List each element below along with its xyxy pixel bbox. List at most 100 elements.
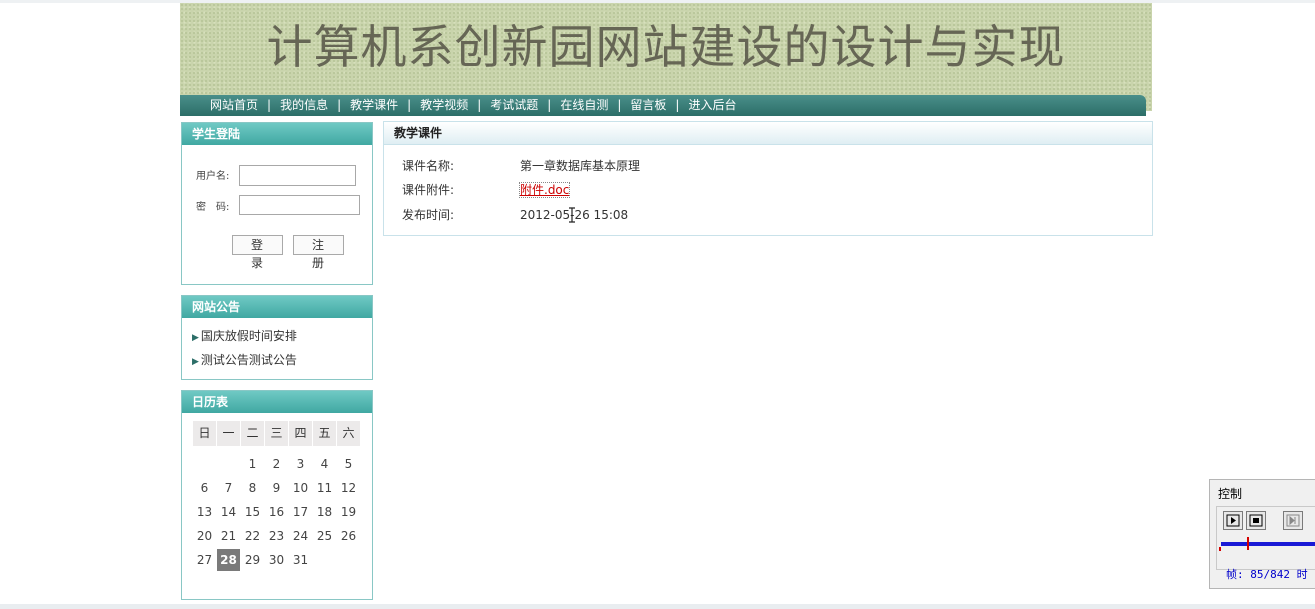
calendar-panel-title: 日历表	[182, 391, 372, 413]
calendar-day[interactable]: 25	[313, 525, 336, 547]
username-input[interactable]	[239, 165, 356, 186]
calendar-weekday: 一	[217, 421, 240, 446]
nav-separator: |	[407, 98, 412, 112]
course-detail-panel: 教学课件 课件名称: 第一章数据库基本原理 课件附件: 附件.doc 发布时间: 20…	[383, 121, 1153, 236]
calendar-day[interactable]: 4	[313, 453, 336, 475]
nav-item[interactable]: 留言板	[630, 98, 666, 112]
notice-panel: 网站公告 ▶ 国庆放假时间安排 ▶ 测试公告测试公告	[181, 295, 373, 380]
nav-item[interactable]: 教学课件	[350, 98, 398, 112]
playback-control: 控制 帧: 85/842 时	[1209, 479, 1315, 589]
nav-separator: |	[675, 98, 680, 112]
calendar-day[interactable]: 23	[265, 525, 288, 547]
calendar-day[interactable]: 13	[193, 501, 216, 523]
calendar-day[interactable]: 27	[193, 549, 216, 571]
calendar-day[interactable]: 1	[241, 453, 264, 475]
control-box	[1216, 506, 1315, 570]
login-button[interactable]: 登 录	[232, 235, 283, 270]
stop-icon	[1249, 514, 1263, 527]
nav-items: 网站首页 | 我的信息 | 教学课件 | 教学视频 | 考试试题 | 在线自测 | 留言板 | 进入后台	[210, 95, 736, 116]
calendar-day[interactable]: 17	[289, 501, 312, 523]
calendar-day[interactable]: 7	[217, 477, 240, 499]
nav-item[interactable]: 教学视频	[420, 98, 468, 112]
password-row: 密 码:	[196, 198, 240, 213]
calendar-today[interactable]: 28	[217, 549, 240, 571]
calendar-day[interactable]: 19	[337, 501, 360, 523]
calendar-day[interactable]: 14	[217, 501, 240, 523]
play-icon	[1226, 514, 1240, 527]
notice-panel-title: 网站公告	[182, 296, 372, 318]
password-label: 密 码:	[196, 202, 230, 213]
nav-item[interactable]: 我的信息	[280, 98, 328, 112]
course-name-label: 课件名称:	[402, 159, 455, 173]
play-button[interactable]	[1223, 511, 1243, 530]
login-panel: 学生登陆 用户名: 密 码: 登 录 注 册	[181, 122, 373, 285]
calendar-day[interactable]: 18	[313, 501, 336, 523]
step-forward-button[interactable]	[1283, 511, 1303, 530]
nav-item[interactable]: 在线自测	[560, 98, 608, 112]
calendar-weekday: 六	[337, 421, 360, 446]
attachment-link[interactable]: 附件.doc	[518, 182, 571, 198]
calendar-day[interactable]: 5	[337, 453, 360, 475]
course-name-value: 第一章数据库基本原理	[520, 159, 641, 173]
calendar-day[interactable]: 9	[265, 477, 288, 499]
bottom-border	[0, 604, 1315, 609]
bullet-icon: ▶	[192, 333, 199, 343]
calendar-weekday: 三	[265, 421, 288, 446]
nav-item[interactable]: 进入后台	[688, 98, 736, 112]
step-forward-icon	[1286, 514, 1300, 527]
register-button[interactable]: 注 册	[293, 235, 344, 270]
main-nav: 网站首页 | 我的信息 | 教学课件 | 教学视频 | 考试试题 | 在线自测 | 留言板 | 进入后台	[180, 95, 1146, 116]
calendar-day[interactable]: 24	[289, 525, 312, 547]
nav-separator: |	[267, 98, 272, 112]
nav-item[interactable]: 考试试题	[490, 98, 538, 112]
timeline-start-mark	[1219, 547, 1221, 551]
calendar-day[interactable]: 11	[313, 477, 336, 499]
calendar-panel: 日历表 日一二三四五六 1 2 3 4 5 6 7 8 9 10 11 12 13 14 15 16 17 18 1…	[181, 390, 373, 600]
text-cursor-icon	[569, 207, 575, 223]
course-date-row: 发布时间: 2012-05-26 15:08	[402, 206, 628, 223]
calendar-day[interactable]: 21	[217, 525, 240, 547]
course-section-title: 教学课件	[384, 122, 1152, 145]
calendar-weekday: 四	[289, 421, 312, 446]
calendar-day[interactable]: 29	[241, 549, 264, 571]
calendar-day[interactable]: 30	[265, 549, 288, 571]
course-date-label: 发布时间:	[402, 208, 455, 222]
calendar-day[interactable]: 22	[241, 525, 264, 547]
nav-separator: |	[477, 98, 482, 112]
calendar-day[interactable]: 2	[265, 453, 288, 475]
nav-separator: |	[337, 98, 342, 112]
username-label: 用户名:	[196, 171, 230, 182]
nav-item[interactable]: 网站首页	[210, 98, 258, 112]
calendar-day[interactable]: 31	[289, 549, 312, 571]
course-name-row: 课件名称: 第一章数据库基本原理	[402, 157, 640, 174]
calendar-day[interactable]: 26	[337, 525, 360, 547]
calendar-day[interactable]: 15	[241, 501, 264, 523]
course-attachment-label: 课件附件:	[402, 183, 455, 197]
calendar-weekday: 二	[241, 421, 264, 446]
calendar-day[interactable]: 12	[337, 477, 360, 499]
stop-button[interactable]	[1246, 511, 1266, 530]
calendar-day[interactable]: 6	[193, 477, 216, 499]
calendar-day[interactable]: 16	[265, 501, 288, 523]
calendar-day[interactable]: 10	[289, 477, 312, 499]
frame-counter: 帧: 85/842 时	[1226, 568, 1308, 581]
site-title: 计算机系创新园网站建设的设计与实现	[266, 20, 1066, 74]
course-attachment-row: 课件附件: 附件.doc	[402, 181, 571, 198]
calendar-day[interactable]: 20	[193, 525, 216, 547]
notice-item[interactable]: ▶ 测试公告测试公告	[192, 351, 297, 368]
login-panel-title: 学生登陆	[182, 123, 372, 145]
nav-separator: |	[617, 98, 622, 112]
notice-item-label: 国庆放假时间安排	[200, 329, 297, 343]
password-input[interactable]	[239, 195, 360, 215]
calendar-weekday: 五	[313, 421, 336, 446]
timeline-track[interactable]	[1221, 542, 1315, 546]
control-title: 控制	[1218, 487, 1243, 501]
calendar-day[interactable]: 3	[289, 453, 312, 475]
nav-separator: |	[547, 98, 552, 112]
notice-item[interactable]: ▶ 国庆放假时间安排	[192, 327, 297, 344]
bullet-icon: ▶	[192, 357, 199, 367]
calendar-weekday: 日	[193, 421, 216, 446]
timeline-marker[interactable]	[1247, 537, 1249, 550]
calendar-day[interactable]: 8	[241, 477, 264, 499]
username-row: 用户名:	[196, 167, 240, 182]
